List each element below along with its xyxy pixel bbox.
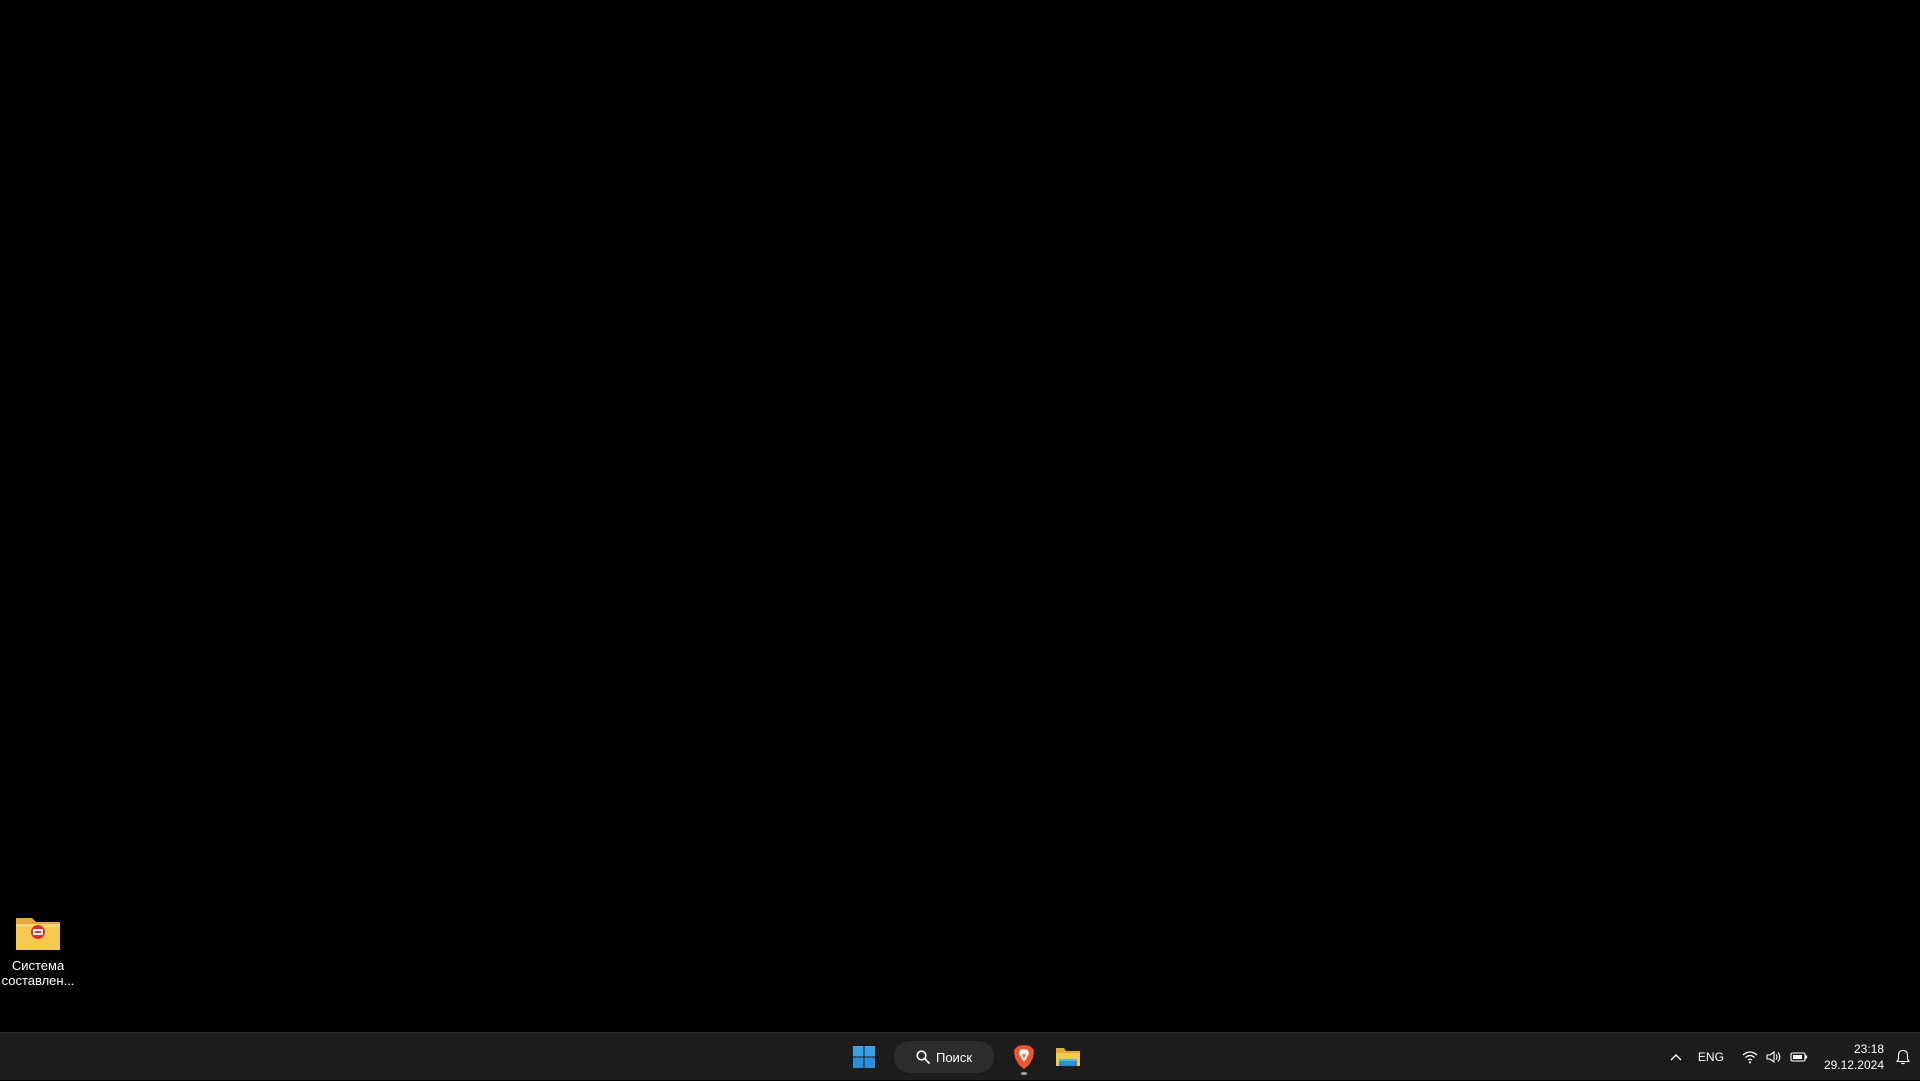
chevron-up-icon xyxy=(1670,1054,1682,1061)
battery-icon xyxy=(1790,1052,1808,1062)
quick-settings-button[interactable] xyxy=(1734,1037,1816,1077)
desktop-icon-label-line1: Система xyxy=(11,958,65,973)
wifi-icon xyxy=(1742,1051,1758,1064)
tray-overflow-button[interactable] xyxy=(1664,1037,1688,1077)
search-label: Поиск xyxy=(935,1049,973,1065)
desktop-icon-label: Система составлен... xyxy=(0,958,76,988)
clock-time: 23:18 xyxy=(1853,1042,1884,1056)
taskbar-app-file-explorer[interactable] xyxy=(1048,1037,1088,1077)
search-icon xyxy=(916,1050,930,1064)
folder-with-badge-icon xyxy=(16,918,60,950)
windows-start-icon xyxy=(853,1046,875,1068)
notification-button[interactable] xyxy=(1892,1037,1920,1077)
clock-date: 29.12.2024 xyxy=(1823,1058,1884,1072)
bell-icon xyxy=(1896,1049,1910,1065)
system-tray: ENG 23:18 29.12.2024 xyxy=(1664,1033,1920,1081)
file-explorer-icon xyxy=(1056,1048,1080,1066)
desktop-icon-label-line2: составлен... xyxy=(1,973,75,988)
desktop[interactable]: Система составлен... xyxy=(0,0,1920,1032)
desktop-icon-folder[interactable]: Система составлен... xyxy=(0,902,76,998)
clock[interactable]: 23:18 29.12.2024 xyxy=(1816,1037,1892,1077)
taskbar-center: Поиск xyxy=(844,1033,1088,1081)
taskbar-app-brave[interactable] xyxy=(1004,1037,1044,1077)
start-button[interactable] xyxy=(844,1037,884,1077)
volume-icon xyxy=(1766,1050,1781,1064)
language-indicator[interactable]: ENG xyxy=(1688,1037,1734,1077)
running-indicator xyxy=(1021,1072,1027,1075)
taskbar: Поиск ENG 23:18 29.12.2024 xyxy=(0,1032,1920,1080)
taskbar-search-button[interactable]: Поиск xyxy=(894,1041,994,1073)
brave-browser-icon xyxy=(1014,1045,1034,1069)
